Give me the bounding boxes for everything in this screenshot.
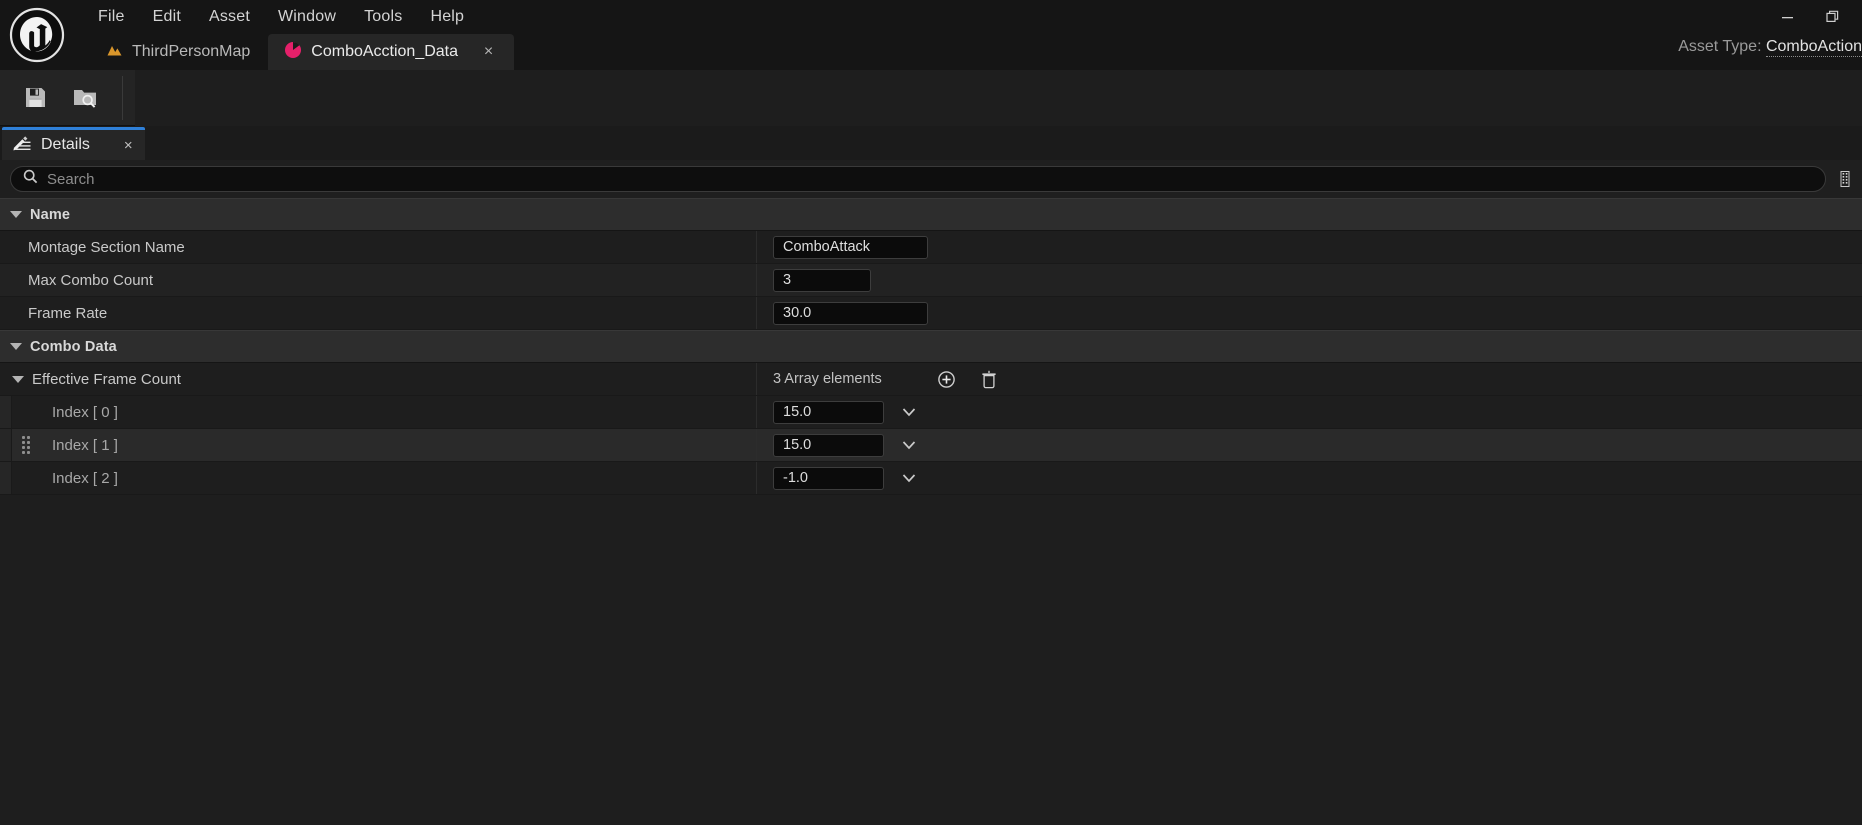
- chevron-down-icon[interactable]: [10, 211, 22, 218]
- tab-details[interactable]: Details ×: [2, 127, 145, 160]
- chevron-down-icon[interactable]: [898, 434, 920, 456]
- array-element-count: 3 Array elements: [773, 371, 882, 387]
- menu-item-help[interactable]: Help: [416, 5, 478, 29]
- tab-thirdpersonmap[interactable]: ThirdPersonMap: [90, 34, 268, 70]
- property-value-cell: 15.0: [757, 396, 1862, 428]
- details-tab-label: Details: [41, 136, 90, 153]
- property-value-cell: 30.0: [757, 297, 1862, 329]
- property-label-cell: Index [ 2 ]: [0, 462, 757, 494]
- details-search-row: Search: [0, 160, 1862, 198]
- details-tab-close-icon[interactable]: ×: [124, 137, 133, 154]
- property-label-cell: Montage Section Name: [0, 231, 757, 263]
- title-bar: File Edit Asset Window Tools Help ThirdP…: [0, 0, 1862, 70]
- property-label-cell: Frame Rate: [0, 297, 757, 329]
- array-element-row-1[interactable]: Index [ 1 ] 15.0: [0, 429, 1862, 462]
- property-value-cell: 15.0: [757, 429, 1862, 461]
- save-button[interactable]: [10, 76, 60, 120]
- menu-item-tools[interactable]: Tools: [350, 5, 416, 29]
- array-gutter: [0, 429, 12, 461]
- frame-rate-input[interactable]: 30.0: [773, 301, 928, 325]
- array-gutter: [0, 462, 12, 494]
- property-label: Montage Section Name: [28, 238, 185, 256]
- asset-type-value[interactable]: ComboAction: [1765, 38, 1862, 57]
- array-element-row-0[interactable]: Index [ 0 ] 15.0: [0, 396, 1862, 429]
- property-label-cell: Effective Frame Count: [0, 363, 757, 395]
- property-value-cell: 3: [757, 264, 1862, 296]
- property-label-cell: Index [ 0 ]: [0, 396, 757, 428]
- array-element-2-input[interactable]: -1.0: [773, 466, 884, 490]
- property-row-max-combo-count[interactable]: Max Combo Count 3: [0, 264, 1862, 297]
- view-options-icon[interactable]: [1834, 166, 1856, 192]
- property-label-cell: Index [ 1 ]: [0, 429, 757, 461]
- menu-item-window[interactable]: Window: [264, 5, 350, 29]
- array-element-1-input[interactable]: 15.0: [773, 433, 884, 457]
- tab-comboacction-data[interactable]: ComboAcction_Data ×: [268, 34, 515, 70]
- browse-button[interactable]: [60, 76, 110, 120]
- unreal-engine-logo-icon[interactable]: [6, 4, 68, 66]
- property-row-frame-rate[interactable]: Frame Rate 30.0: [0, 297, 1862, 330]
- search-input[interactable]: Search: [10, 166, 1826, 192]
- search-icon: [23, 169, 38, 189]
- array-index-label: Index [ 0 ]: [52, 403, 118, 421]
- array-action-buttons: [936, 368, 1000, 390]
- minimize-button[interactable]: [1764, 2, 1810, 32]
- section-header-combo-data[interactable]: Combo Data: [0, 330, 1862, 363]
- array-index-label: Index [ 2 ]: [52, 469, 118, 487]
- menu-item-asset[interactable]: Asset: [195, 5, 264, 29]
- menu-item-edit[interactable]: Edit: [139, 5, 195, 29]
- save-icon: [25, 88, 45, 107]
- unreal-editor-window: File Edit Asset Window Tools Help ThirdP…: [0, 0, 1862, 825]
- section-title: Combo Data: [30, 338, 117, 355]
- details-property-list: Name Montage Section Name ComboAttack Ma…: [0, 198, 1862, 825]
- property-label: Max Combo Count: [28, 271, 154, 289]
- property-value-cell: ComboAttack: [757, 231, 1862, 263]
- data-asset-icon: [284, 41, 302, 64]
- asset-type-prefix: Asset Type:: [1678, 38, 1766, 55]
- drag-handle-icon[interactable]: [22, 436, 30, 454]
- montage-section-name-input[interactable]: ComboAttack: [773, 235, 928, 259]
- details-panel-tab-row: Details ×: [0, 126, 1862, 160]
- window-controls: [1764, 2, 1856, 32]
- array-index-label: Index [ 1 ]: [52, 436, 118, 454]
- array-gutter: [0, 396, 12, 428]
- search-placeholder: Search: [47, 170, 95, 188]
- chevron-down-icon[interactable]: [10, 343, 22, 350]
- property-row-effective-frame-count[interactable]: Effective Frame Count 3 Array elements: [0, 363, 1862, 396]
- section-header-name[interactable]: Name: [0, 198, 1862, 231]
- delete-all-elements-icon[interactable]: [978, 368, 1000, 390]
- toolbar-separator: [122, 75, 123, 120]
- array-element-row-2[interactable]: Index [ 2 ] -1.0: [0, 462, 1862, 495]
- asset-type-label: Asset Type: ComboAction: [1678, 38, 1862, 57]
- section-title: Name: [30, 206, 71, 223]
- main-menu-bar: File Edit Asset Window Tools Help: [72, 0, 1862, 34]
- tab-label: ThirdPersonMap: [132, 43, 251, 60]
- toolbar-empty-area: [135, 69, 1862, 126]
- chevron-down-icon[interactable]: [898, 467, 920, 489]
- property-row-montage-section-name[interactable]: Montage Section Name ComboAttack: [0, 231, 1862, 264]
- tab-close-icon[interactable]: ×: [481, 44, 496, 60]
- browse-content-icon: [74, 90, 96, 108]
- add-element-icon[interactable]: [936, 368, 958, 390]
- property-value-cell: 3 Array elements: [757, 363, 1862, 395]
- tab-label: ComboAcction_Data: [311, 43, 459, 60]
- array-element-0-input[interactable]: 15.0: [773, 400, 884, 424]
- asset-toolbar: [0, 69, 1862, 126]
- menu-and-tabs-column: File Edit Asset Window Tools Help ThirdP…: [72, 0, 1862, 70]
- menu-item-file[interactable]: File: [84, 5, 139, 29]
- details-wrench-icon: [12, 134, 31, 156]
- chevron-down-icon[interactable]: [898, 401, 920, 423]
- asset-tab-strip: ThirdPersonMap ComboAcction_Data ×: [72, 34, 1862, 70]
- chevron-down-icon[interactable]: [12, 375, 24, 383]
- level-map-icon: [106, 41, 123, 63]
- property-label-cell: Max Combo Count: [0, 264, 757, 296]
- property-value-cell: -1.0: [757, 462, 1862, 494]
- max-combo-count-input[interactable]: 3: [773, 268, 871, 292]
- restore-button[interactable]: [1810, 2, 1856, 32]
- property-label: Effective Frame Count: [32, 370, 181, 388]
- property-label: Frame Rate: [28, 304, 108, 322]
